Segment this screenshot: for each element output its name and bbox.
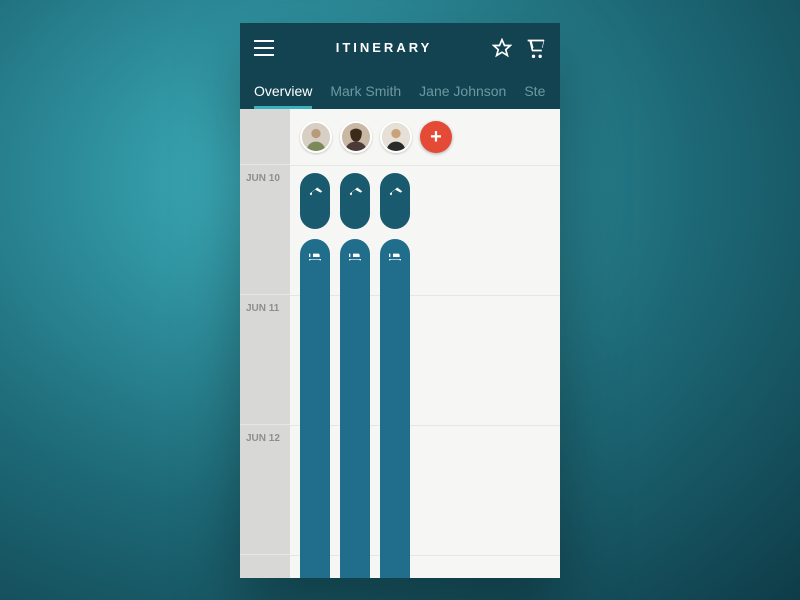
- date-label: [240, 555, 290, 578]
- hotel-block[interactable]: [300, 239, 330, 578]
- tab-person-1[interactable]: Mark Smith: [330, 83, 401, 109]
- grid-line: [290, 555, 560, 556]
- plane-icon: [387, 181, 403, 197]
- plane-icon: [307, 181, 323, 197]
- avatar-row: +: [290, 109, 560, 165]
- date-label: JUN 11: [240, 295, 290, 425]
- avatar[interactable]: [300, 121, 332, 153]
- avatar[interactable]: [340, 121, 372, 153]
- tab-overview[interactable]: Overview: [254, 83, 312, 109]
- date-label: JUN 10: [240, 165, 290, 295]
- app-header: ITINERARY Overview Mark Smith Jane Johns…: [240, 23, 560, 109]
- grid-line: [290, 425, 560, 426]
- top-bar: ITINERARY: [240, 23, 560, 73]
- date-spacer: [240, 109, 290, 165]
- bed-icon: [347, 247, 363, 263]
- date-column: JUN 10 JUN 11 JUN 12: [240, 109, 290, 578]
- star-icon[interactable]: [492, 38, 512, 58]
- itinerary-body: JUN 10 JUN 11 JUN 12 +: [240, 109, 560, 578]
- grid-line: [290, 295, 560, 296]
- date-label: JUN 12: [240, 425, 290, 555]
- add-person-button[interactable]: +: [420, 121, 452, 153]
- timeline-grid[interactable]: +: [290, 109, 560, 578]
- tab-person-3[interactable]: Ste: [524, 83, 545, 109]
- flight-block[interactable]: [340, 173, 370, 229]
- hotel-block[interactable]: [380, 239, 410, 578]
- tab-bar: Overview Mark Smith Jane Johnson Ste: [240, 73, 560, 109]
- bed-icon: [387, 247, 403, 263]
- page-title: ITINERARY: [276, 40, 492, 55]
- itinerary-screen: ITINERARY Overview Mark Smith Jane Johns…: [240, 23, 560, 578]
- menu-icon[interactable]: [254, 37, 276, 59]
- hotel-block[interactable]: [340, 239, 370, 578]
- plane-icon: [347, 181, 363, 197]
- grid-line: [290, 165, 560, 166]
- flight-block[interactable]: [380, 173, 410, 229]
- avatar[interactable]: [380, 121, 412, 153]
- cart-icon[interactable]: [526, 38, 546, 58]
- bed-icon: [307, 247, 323, 263]
- tab-person-2[interactable]: Jane Johnson: [419, 83, 506, 109]
- header-actions: [492, 38, 546, 58]
- flight-block[interactable]: [300, 173, 330, 229]
